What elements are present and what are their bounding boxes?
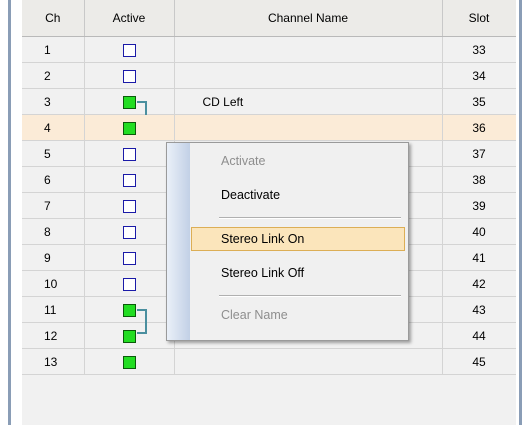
table-row[interactable]: 1 33	[22, 36, 516, 63]
col-header-channel-name[interactable]: Channel Name	[174, 0, 443, 37]
channel-number: 1	[22, 36, 85, 63]
channel-number: 8	[22, 218, 85, 245]
menu-item-clear-name[interactable]: Clear Name	[191, 303, 405, 327]
slot-number: 36	[442, 114, 516, 141]
right-panel-edge	[516, 0, 530, 425]
channel-name-cell[interactable]	[174, 348, 443, 375]
active-checkbox[interactable]	[122, 303, 136, 317]
active-checkbox[interactable]	[122, 329, 136, 343]
active-cell	[84, 166, 175, 193]
slot-number: 42	[442, 270, 516, 297]
active-cell	[84, 270, 175, 297]
channel-number: 6	[22, 166, 85, 193]
active-checkbox[interactable]	[122, 173, 136, 187]
slot-number: 33	[442, 36, 516, 63]
active-checkbox[interactable]	[122, 95, 136, 109]
active-cell	[84, 322, 175, 349]
menu-item-stereo-link-on[interactable]: Stereo Link On	[191, 227, 405, 251]
menu-separator	[219, 295, 401, 297]
channel-name-cell[interactable]	[174, 36, 443, 63]
channel-number: 13	[22, 348, 85, 375]
slot-number: 41	[442, 244, 516, 271]
channel-name-cell[interactable]	[174, 114, 443, 141]
active-checkbox[interactable]	[122, 147, 136, 161]
table-row[interactable]: 4 36	[22, 114, 516, 141]
active-checkbox[interactable]	[122, 225, 136, 239]
menu-item-activate[interactable]: Activate	[191, 149, 405, 173]
slot-number: 45	[442, 348, 516, 375]
slot-number: 44	[442, 322, 516, 349]
active-checkbox[interactable]	[122, 251, 136, 265]
active-checkbox[interactable]	[122, 199, 136, 213]
channel-number: 5	[22, 140, 85, 167]
active-cell	[84, 88, 175, 126]
active-cell	[84, 244, 175, 271]
slot-number: 40	[442, 218, 516, 245]
left-panel-edge	[0, 0, 22, 425]
active-checkbox[interactable]	[122, 277, 136, 291]
active-checkbox[interactable]	[122, 69, 136, 83]
channel-name-cell[interactable]: CD Left	[174, 88, 443, 115]
table-row[interactable]: 2 34	[22, 62, 516, 89]
right-border-line	[519, 0, 522, 425]
active-cell	[84, 192, 175, 219]
slot-number: 35	[442, 88, 516, 115]
slot-number: 39	[442, 192, 516, 219]
menu-separator	[219, 217, 401, 219]
col-header-ch[interactable]: Ch	[22, 0, 85, 37]
active-cell	[84, 114, 175, 141]
active-cell	[84, 36, 175, 63]
channel-number: 10	[22, 270, 85, 297]
menu-item-deactivate[interactable]: Deactivate	[191, 183, 405, 207]
header-row: Ch Active Channel Name Slot	[22, 0, 516, 37]
channel-number: 9	[22, 244, 85, 271]
context-menu: Activate Deactivate Stereo Link On Stere…	[166, 142, 409, 341]
active-cell	[84, 140, 175, 167]
slot-number: 37	[442, 140, 516, 167]
table-row[interactable]: 13 45	[22, 348, 516, 375]
channel-number: 12	[22, 322, 85, 349]
channel-number: 2	[22, 62, 85, 89]
col-header-slot[interactable]: Slot	[442, 0, 516, 37]
active-checkbox[interactable]	[122, 121, 136, 135]
slot-number: 34	[442, 62, 516, 89]
channel-number: 7	[22, 192, 85, 219]
channel-number: 3	[22, 88, 85, 115]
active-checkbox[interactable]	[122, 355, 136, 369]
slot-number: 43	[442, 296, 516, 323]
menu-item-stereo-link-off[interactable]: Stereo Link Off	[191, 261, 405, 285]
table-row[interactable]: 3 CD Left 35	[22, 88, 516, 126]
channel-number: 11	[22, 296, 85, 323]
slot-number: 38	[442, 166, 516, 193]
menu-icon-band	[167, 143, 190, 340]
active-cell	[84, 296, 175, 334]
active-cell	[84, 218, 175, 245]
channel-name-cell[interactable]	[174, 62, 443, 89]
left-border-line	[8, 0, 11, 425]
channel-number: 4	[22, 114, 85, 141]
active-checkbox[interactable]	[122, 43, 136, 57]
active-cell	[84, 62, 175, 89]
active-cell	[84, 348, 175, 375]
col-header-active[interactable]: Active	[84, 0, 175, 37]
